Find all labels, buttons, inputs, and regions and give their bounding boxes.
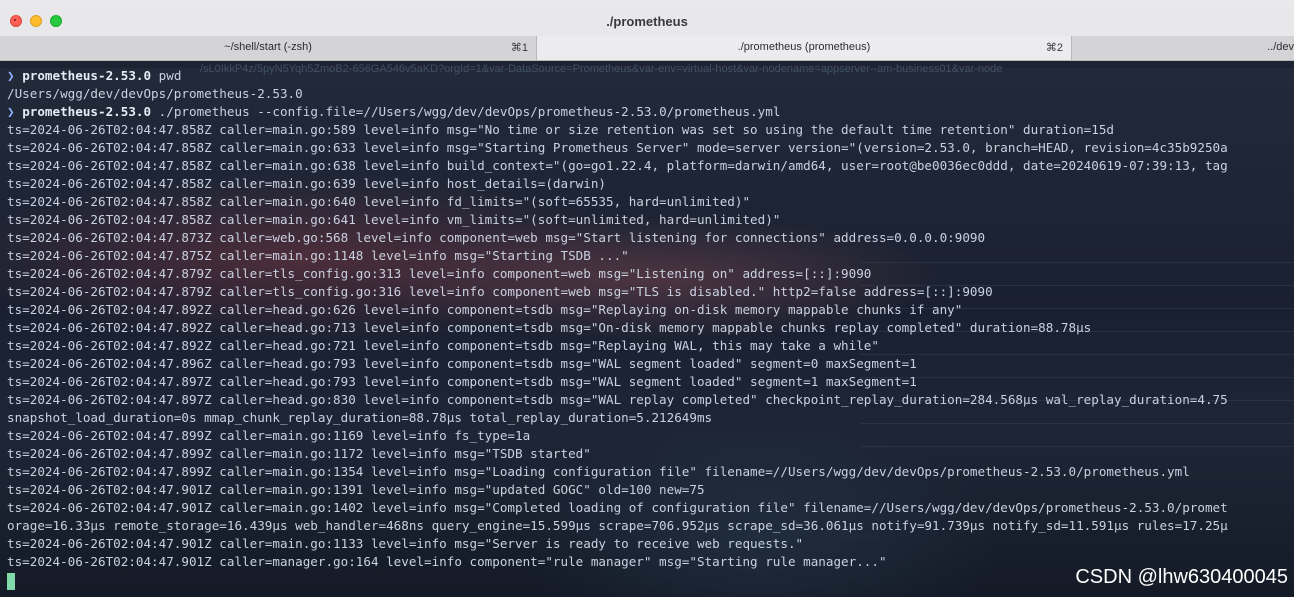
log-line: ts=2024-06-26T02:04:47.901Z caller=manag… bbox=[7, 553, 887, 571]
log-line: ts=2024-06-26T02:04:47.858Z caller=main.… bbox=[7, 211, 780, 229]
log-text: ts=2024-06-26T02:04:47.873Z caller=web.g… bbox=[7, 230, 986, 245]
log-text: ts=2024-06-26T02:04:47.892Z caller=head.… bbox=[7, 302, 963, 317]
watermark: CSDN @lhw630400045 bbox=[1075, 566, 1288, 588]
log-text: ts=2024-06-26T02:04:47.892Z caller=head.… bbox=[7, 320, 1092, 335]
log-text: ts=2024-06-26T02:04:47.899Z caller=main.… bbox=[7, 446, 591, 461]
menubar-strip bbox=[0, 0, 1294, 8]
prompt-line: ❯ prometheus-2.53.0 pwd bbox=[7, 67, 181, 85]
log-line: ts=2024-06-26T02:04:47.873Z caller=web.g… bbox=[7, 229, 985, 247]
log-line: ts=2024-06-26T02:04:47.875Z caller=main.… bbox=[7, 247, 629, 265]
log-text: ts=2024-06-26T02:04:47.892Z caller=head.… bbox=[7, 338, 879, 353]
log-text: ts=2024-06-26T02:04:47.901Z caller=manag… bbox=[7, 554, 887, 569]
log-text: ts=2024-06-26T02:04:47.901Z caller=main.… bbox=[7, 482, 705, 497]
tab-label: ~/shell/start (-zsh) bbox=[224, 41, 312, 53]
prompt-arrow-icon: ❯ bbox=[7, 104, 15, 119]
tab-label: ../dev bbox=[1267, 41, 1294, 53]
tab-shortcut: ⌘2 bbox=[1045, 42, 1063, 54]
log-line: ts=2024-06-26T02:04:47.858Z caller=main.… bbox=[7, 139, 1228, 157]
window-title: ./prometheus bbox=[606, 14, 688, 29]
log-text: ts=2024-06-26T02:04:47.858Z caller=main.… bbox=[7, 158, 1228, 173]
log-line: ts=2024-06-26T02:04:47.899Z caller=main.… bbox=[7, 463, 1190, 481]
log-line: ts=2024-06-26T02:04:47.897Z caller=head.… bbox=[7, 373, 917, 391]
log-text: ts=2024-06-26T02:04:47.897Z caller=head.… bbox=[7, 392, 1228, 407]
log-text: ts=2024-06-26T02:04:47.897Z caller=head.… bbox=[7, 374, 917, 389]
log-line: ts=2024-06-26T02:04:47.899Z caller=main.… bbox=[7, 427, 530, 445]
tab-label: ./prometheus (prometheus) bbox=[737, 41, 871, 53]
log-text: ts=2024-06-26T02:04:47.899Z caller=main.… bbox=[7, 428, 531, 443]
log-text: ts=2024-06-26T02:04:47.879Z caller=tls_c… bbox=[7, 284, 993, 299]
log-text: ts=2024-06-26T02:04:47.858Z caller=main.… bbox=[7, 176, 606, 191]
log-line: ts=2024-06-26T02:04:47.901Z caller=main.… bbox=[7, 481, 705, 499]
log-line: ts=2024-06-26T02:04:47.879Z caller=tls_c… bbox=[7, 265, 871, 283]
log-text: ts=2024-06-26T02:04:47.875Z caller=main.… bbox=[7, 248, 629, 263]
log-line: orage=16.33µs remote_storage=16.439µs we… bbox=[7, 517, 1228, 535]
log-text: ts=2024-06-26T02:04:47.901Z caller=main.… bbox=[7, 500, 1228, 515]
tab-bar: ~/shell/start (-zsh) ⌘1 ./prometheus (pr… bbox=[0, 36, 1294, 61]
log-text: ts=2024-06-26T02:04:47.896Z caller=head.… bbox=[7, 356, 917, 371]
log-text: ts=2024-06-26T02:04:47.901Z caller=main.… bbox=[7, 536, 804, 551]
log-line: ts=2024-06-26T02:04:47.858Z caller=main.… bbox=[7, 157, 1228, 175]
log-line: ts=2024-06-26T02:04:47.858Z caller=main.… bbox=[7, 193, 750, 211]
tab-dev[interactable]: ../dev bbox=[1072, 36, 1294, 60]
log-line: ts=2024-06-26T02:04:47.858Z caller=main.… bbox=[7, 175, 606, 193]
prompt-directory: prometheus-2.53.0 bbox=[22, 68, 152, 83]
log-line: ts=2024-06-26T02:04:47.901Z caller=main.… bbox=[7, 535, 803, 553]
background-label: $ipaddr bbox=[840, 528, 881, 542]
log-line: ts=2024-06-26T02:04:47.892Z caller=head.… bbox=[7, 301, 962, 319]
prompt-arrow-icon: ❯ bbox=[7, 68, 15, 83]
log-text: ts=2024-06-26T02:04:47.879Z caller=tls_c… bbox=[7, 266, 872, 281]
log-line: /Users/wgg/dev/devOps/prometheus-2.53.0 bbox=[7, 85, 303, 103]
log-line: ts=2024-06-26T02:04:47.892Z caller=head.… bbox=[7, 319, 1091, 337]
log-text: /Users/wgg/dev/devOps/prometheus-2.53.0 bbox=[7, 86, 303, 101]
log-line: ts=2024-06-26T02:04:47.879Z caller=tls_c… bbox=[7, 283, 993, 301]
terminal-output[interactable]: /sL0IkkP4z/5pyN5Yqh5ZmoB2-656GA546v5aKD?… bbox=[0, 61, 1294, 597]
log-text: ts=2024-06-26T02:04:47.858Z caller=main.… bbox=[7, 140, 1228, 155]
log-text: ts=2024-06-26T02:04:47.899Z caller=main.… bbox=[7, 464, 1190, 479]
title-bar: ./prometheus bbox=[0, 8, 1294, 37]
prompt-directory: prometheus-2.53.0 bbox=[22, 104, 152, 119]
log-line: ts=2024-06-26T02:04:47.901Z caller=main.… bbox=[7, 499, 1228, 517]
terminal-window: ./prometheus ~/shell/start (-zsh) ⌘1 ./p… bbox=[0, 8, 1294, 597]
log-line: ts=2024-06-26T02:04:47.858Z caller=main.… bbox=[7, 121, 1114, 139]
log-line: ts=2024-06-26T02:04:47.899Z caller=main.… bbox=[7, 445, 591, 463]
log-text: ts=2024-06-26T02:04:47.858Z caller=main.… bbox=[7, 194, 751, 209]
log-text: ts=2024-06-26T02:04:47.858Z caller=main.… bbox=[7, 212, 781, 227]
log-text: ts=2024-06-26T02:04:47.858Z caller=main.… bbox=[7, 122, 1114, 137]
command-text: pwd bbox=[151, 68, 182, 83]
log-text: snapshot_load_duration=0s mmap_chunk_rep… bbox=[7, 410, 713, 425]
log-line: ts=2024-06-26T02:04:47.897Z caller=head.… bbox=[7, 391, 1228, 409]
tab-shell[interactable]: ~/shell/start (-zsh) ⌘1 bbox=[0, 36, 537, 60]
text-cursor bbox=[7, 573, 15, 590]
command-text: ./prometheus --config.file=//Users/wgg/d… bbox=[151, 104, 781, 119]
background-url: /sL0IkkP4z/5pyN5Yqh5ZmoB2-656GA546v5aKD?… bbox=[200, 63, 1003, 75]
tab-prometheus[interactable]: ./prometheus (prometheus) ⌘2 bbox=[537, 36, 1072, 60]
log-text: orage=16.33µs remote_storage=16.439µs we… bbox=[7, 518, 1228, 533]
tab-shortcut: ⌘1 bbox=[510, 42, 528, 54]
log-line: ts=2024-06-26T02:04:47.896Z caller=head.… bbox=[7, 355, 917, 373]
log-line: snapshot_load_duration=0s mmap_chunk_rep… bbox=[7, 409, 712, 427]
prompt-line: ❯ prometheus-2.53.0 ./prometheus --confi… bbox=[7, 103, 780, 121]
log-line: ts=2024-06-26T02:04:47.892Z caller=head.… bbox=[7, 337, 879, 355]
